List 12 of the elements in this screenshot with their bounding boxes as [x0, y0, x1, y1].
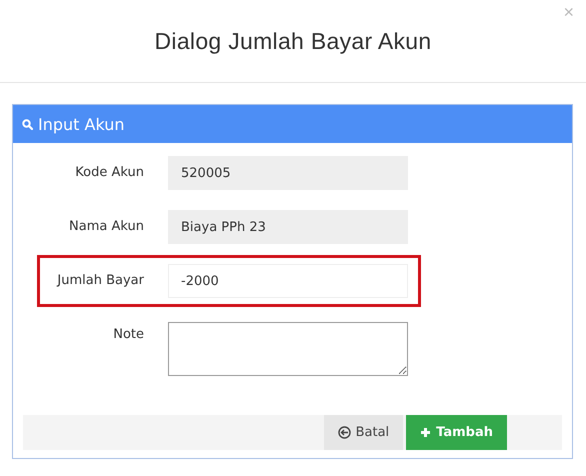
plus-icon — [420, 427, 432, 438]
input-field[interactable]: -2000 — [168, 264, 408, 298]
field-label: Kode Akun — [74, 164, 145, 182]
field-label: Note — [112, 326, 145, 344]
back-arrow-icon — [338, 426, 351, 439]
cancel-button[interactable]: Batal — [324, 415, 404, 450]
field-label: Jumlah Bayar — [56, 272, 145, 290]
search-icon — [22, 118, 33, 130]
panel-title: Input Akun — [38, 114, 125, 134]
dialog-title: Dialog Jumlah Bayar Akun — [154, 28, 432, 54]
field-label: Nama Akun — [68, 218, 145, 236]
note-field[interactable] — [168, 322, 408, 376]
